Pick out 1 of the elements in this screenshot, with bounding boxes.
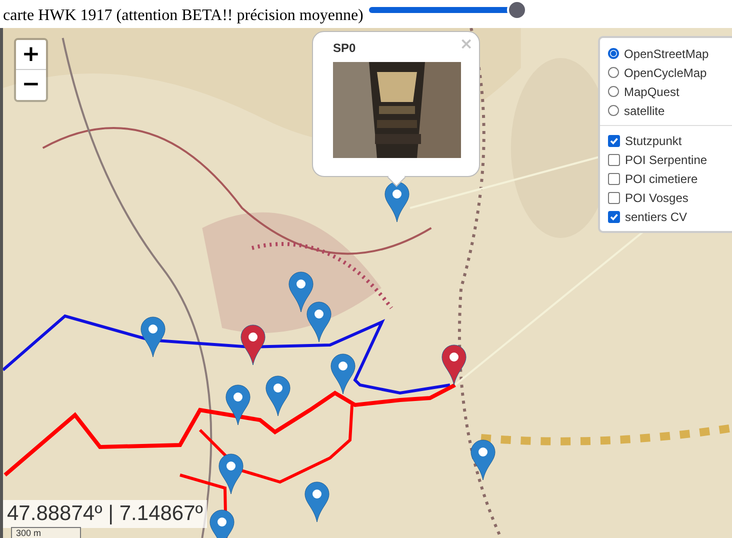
map-title: carte HWK 1917 (attention BETA!! précision moyenne)	[3, 6, 364, 26]
